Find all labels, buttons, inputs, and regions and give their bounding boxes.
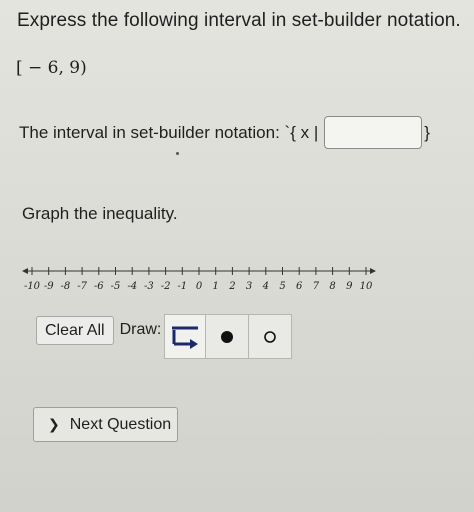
number-line-tick-label: -6 — [94, 281, 104, 292]
question-title: Express the following interval in set-bu… — [17, 10, 461, 31]
number-line-tick-label: 5 — [279, 281, 285, 292]
next-question-button[interactable]: ❯ Next Question — [33, 407, 178, 442]
number-line-left-arrow — [22, 268, 28, 274]
ray-tool-button[interactable] — [164, 314, 207, 359]
draw-toolbar: Clear All Draw: — [36, 314, 293, 359]
clear-all-button[interactable]: Clear All — [36, 316, 114, 345]
number-line-tick-label: -4 — [127, 281, 137, 292]
set-builder-answer-input[interactable] — [324, 116, 423, 149]
number-line-right-arrow — [370, 268, 376, 274]
number-line-tick-label: 0 — [196, 281, 203, 292]
interval-expression: [ − 6, 9) — [16, 58, 87, 78]
draw-label: Draw: — [119, 320, 162, 338]
next-question-label: Next Question — [69, 415, 172, 433]
number-line-tick-label: -7 — [77, 281, 87, 292]
number-line-tick-label: -9 — [44, 281, 54, 292]
number-line-tick-label: 10 — [360, 281, 373, 292]
ray-tool-icon — [172, 326, 199, 349]
number-line-tick-label: 9 — [346, 281, 353, 292]
graph-instruction: Graph the inequality. — [22, 204, 178, 223]
close-brace: } — [424, 122, 430, 142]
number-line-tick-label: 8 — [329, 281, 335, 292]
set-builder-row: The interval in set-builder notation: `{… — [19, 116, 430, 149]
number-line-tick-label: -10 — [24, 281, 41, 292]
number-line-tick-label: -3 — [144, 281, 154, 292]
stray-dot — [176, 152, 179, 155]
number-line-tick-label: -2 — [161, 281, 171, 292]
chevron-right-icon: ❯ — [48, 416, 60, 432]
number-line-tick-label: -8 — [61, 281, 71, 292]
number-line-tick-label: 4 — [262, 281, 269, 292]
number-line-tick-label: 6 — [296, 281, 303, 292]
number-line-tick-label: -5 — [111, 281, 121, 292]
question-panel: Express the following interval in set-bu… — [0, 0, 474, 512]
number-line-tick-label: 1 — [213, 281, 219, 292]
closed-dot-icon — [221, 330, 234, 343]
number-line-tick-label: 2 — [228, 281, 235, 292]
number-line-tick-label: 7 — [313, 281, 320, 292]
open-dot-icon — [264, 330, 277, 343]
number-line-tick-label: -1 — [177, 281, 187, 292]
number-line-tick-label: 3 — [246, 281, 252, 292]
set-builder-prompt: The interval in set-builder notation: `{… — [19, 122, 319, 142]
closed-dot-tool-button[interactable] — [205, 314, 250, 359]
number-line[interactable]: -10 -9 -8 -7 -6 -5 -4 -3 -2 -1 0 1 2 3 4 5 6 7 8 9 10 — [20, 262, 380, 304]
open-dot-tool-button[interactable] — [248, 314, 293, 359]
